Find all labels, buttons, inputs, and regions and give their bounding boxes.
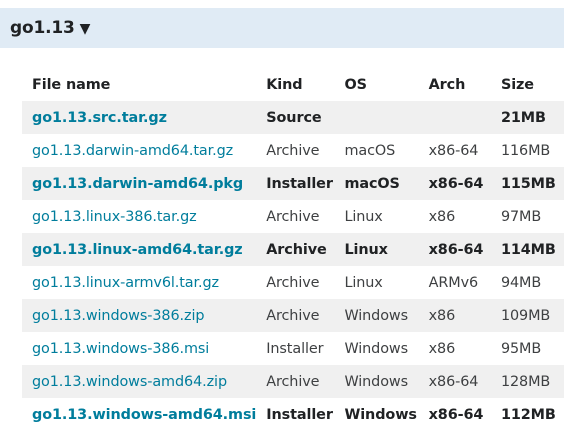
- downloads-table: File name Kind OS Arch Size go1.13.src.t…: [22, 68, 564, 431]
- filename-cell: go1.13.windows-386.msi: [22, 332, 256, 365]
- os-cell: Windows: [344, 340, 408, 357]
- kind-cell: Archive: [256, 299, 335, 332]
- download-link[interactable]: go1.13.windows-386.msi: [32, 341, 209, 357]
- column-header-os: OS: [344, 76, 367, 93]
- os-cell: Linux: [334, 233, 419, 266]
- table-row: go1.13.darwin-amd64.pkg Installer macOS x86…: [22, 167, 564, 200]
- os-cell: Windows: [334, 365, 419, 398]
- kind-cell: Installer: [256, 167, 335, 200]
- table-row: go1.13.linux-armv6l.tar.gz Archive Linux AR…: [22, 266, 564, 299]
- kind-cell: Archive: [256, 233, 335, 266]
- arch-cell: [418, 101, 491, 134]
- triangle-down-icon: ▼: [79, 21, 91, 37]
- arch-cell: ARMv6: [428, 274, 479, 291]
- size-cell: 97MB: [500, 208, 542, 225]
- size-cell: 95MB: [500, 340, 542, 357]
- table-row: go1.13.windows-386.zip Archive Windows x86 1…: [22, 299, 564, 332]
- filename-cell: go1.13.src.tar.gz: [22, 101, 257, 134]
- arch-cell: x86-64: [428, 142, 479, 159]
- filename-cell: go1.13.darwin-amd64.pkg: [22, 167, 257, 200]
- kind-cell: Installer: [266, 406, 333, 423]
- filename-cell: go1.13.windows-amd64.zip: [22, 365, 257, 398]
- size-cell: 116MB: [500, 142, 551, 159]
- filename-cell: go1.13.windows-386.zip: [22, 299, 257, 332]
- size-cell: 21MB: [490, 101, 564, 134]
- release-toggle[interactable]: go1.13 ▼: [0, 8, 564, 48]
- arch-cell: x86-64: [418, 233, 491, 266]
- filename-cell: go1.13.linux-armv6l.tar.gz: [22, 266, 256, 299]
- column-header-arch: Arch: [428, 76, 466, 93]
- filename-cell: go1.13.linux-amd64.tar.gz: [22, 233, 257, 266]
- arch-cell: x86-64: [428, 406, 484, 423]
- download-link[interactable]: go1.13.windows-amd64.zip: [32, 374, 227, 390]
- table-row: go1.13.src.tar.gz Source 21MB: [22, 101, 564, 134]
- table-row: go1.13.linux-386.tar.gz Archive Linux x86 97…: [22, 200, 564, 233]
- table-row: go1.13.linux-amd64.tar.gz Archive Linux x86…: [22, 233, 564, 266]
- download-link[interactable]: go1.13.src.tar.gz: [32, 110, 167, 126]
- table-row: go1.13.windows-386.msi Installer Windows x8…: [22, 332, 564, 365]
- kind-cell: Archive: [256, 365, 335, 398]
- size-cell: 115MB: [490, 167, 564, 200]
- size-cell: 109MB: [490, 299, 564, 332]
- kind-cell: Source: [256, 101, 335, 134]
- os-cell: macOS: [334, 167, 419, 200]
- release-title: go1.13: [10, 18, 75, 38]
- arch-cell: x86: [428, 208, 456, 225]
- kind-cell: Archive: [266, 142, 320, 159]
- os-cell: Linux: [344, 208, 383, 225]
- table-row: go1.13.darwin-amd64.tar.gz Archive macOS x8…: [22, 134, 564, 167]
- download-link[interactable]: go1.13.windows-amd64.msi: [32, 407, 256, 423]
- arch-cell: x86: [428, 340, 456, 357]
- size-cell: 114MB: [490, 233, 564, 266]
- os-cell: macOS: [344, 142, 396, 159]
- filename-cell: go1.13.linux-386.tar.gz: [22, 200, 256, 233]
- size-cell: 112MB: [500, 406, 556, 423]
- filename-cell: go1.13.windows-amd64.msi: [22, 398, 256, 431]
- download-link[interactable]: go1.13.darwin-amd64.pkg: [32, 176, 243, 192]
- download-link[interactable]: go1.13.darwin-amd64.tar.gz: [32, 143, 233, 159]
- table-header-row: File name Kind OS Arch Size: [22, 68, 564, 101]
- kind-cell: Installer: [266, 340, 324, 357]
- os-cell: [334, 101, 419, 134]
- download-link[interactable]: go1.13.linux-amd64.tar.gz: [32, 242, 243, 258]
- column-header-filename: File name: [32, 76, 111, 93]
- arch-cell: x86-64: [418, 365, 491, 398]
- column-header-size: Size: [500, 76, 534, 93]
- os-cell: Windows: [344, 406, 417, 423]
- size-cell: 94MB: [500, 274, 542, 291]
- table-row: go1.13.windows-amd64.msi Installer Windows…: [22, 398, 564, 431]
- arch-cell: x86-64: [418, 167, 491, 200]
- arch-cell: x86: [418, 299, 491, 332]
- download-link[interactable]: go1.13.linux-386.tar.gz: [32, 209, 197, 225]
- kind-cell: Archive: [266, 274, 320, 291]
- size-cell: 128MB: [490, 365, 564, 398]
- download-link[interactable]: go1.13.linux-armv6l.tar.gz: [32, 275, 219, 291]
- os-cell: Windows: [334, 299, 419, 332]
- table-row: go1.13.windows-amd64.zip Archive Windows x8…: [22, 365, 564, 398]
- column-header-kind: Kind: [266, 76, 303, 93]
- filename-cell: go1.13.darwin-amd64.tar.gz: [22, 134, 256, 167]
- os-cell: Linux: [344, 274, 383, 291]
- download-link[interactable]: go1.13.windows-386.zip: [32, 308, 204, 324]
- kind-cell: Archive: [266, 208, 320, 225]
